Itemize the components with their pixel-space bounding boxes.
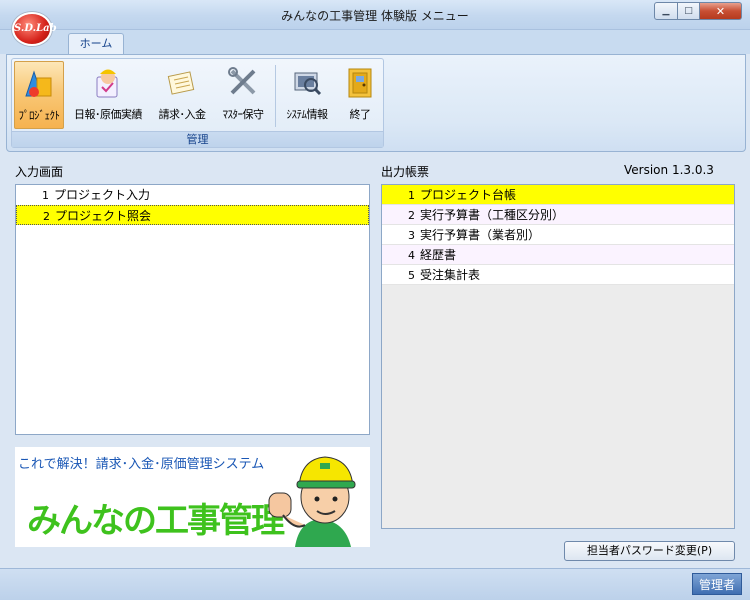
invoice-icon xyxy=(165,65,199,99)
list-item[interactable]: 5 受注集計表 xyxy=(382,265,734,285)
daily-report-button[interactable]: 日報･原価実績 xyxy=(68,61,148,129)
system-info-button-label: ｼｽﾃﾑ情報 xyxy=(286,108,329,121)
tab-home[interactable]: ホーム xyxy=(68,33,124,55)
project-button[interactable]: ﾌﾟﾛｼﾞｪｸﾄ xyxy=(14,61,64,129)
exit-button[interactable]: 終了 xyxy=(338,61,382,129)
ribbon-group-management: ﾌﾟﾛｼﾞｪｸﾄ 日報･原価実績 請求･入金 ﾏｽﾀｰ保守 ｼｽﾃﾑ情報 終了 … xyxy=(11,58,384,148)
invoice-button[interactable]: 請求･入金 xyxy=(152,61,212,129)
ribbon-tab-row: ホーム xyxy=(0,30,750,55)
current-user-badge: 管理者 xyxy=(691,573,742,595)
product-banner: これで解決！請求･入金･原価管理システム みんなの工事管理 xyxy=(15,447,370,547)
master-maintenance-button[interactable]: ﾏｽﾀｰ保守 xyxy=(214,61,272,129)
input-panel-label: 入力画面 xyxy=(15,165,64,179)
output-panel-label: 出力帳票 xyxy=(381,165,430,179)
close-button[interactable]: ✕ xyxy=(700,2,742,20)
list-item[interactable]: 4 経歴書 xyxy=(382,245,734,265)
daily-report-button-label: 日報･原価実績 xyxy=(74,108,143,121)
banner-product-name: みんなの工事管理 xyxy=(27,501,285,541)
maximize-button[interactable]: □ xyxy=(678,2,700,20)
main-content: 入力画面 1 プロジェクト入力 2 プロジェクト照会 出力帳票 Version 1.… xyxy=(6,152,746,568)
output-list[interactable]: 1 プロジェクト台帳 2 実行予算書（工種区分別） 3 実行予算書（業者別） 4 経歴書… xyxy=(381,184,735,529)
exit-button-label: 終了 xyxy=(349,108,372,121)
ribbon: ﾌﾟﾛｼﾞｪｸﾄ 日報･原価実績 請求･入金 ﾏｽﾀｰ保守 ｼｽﾃﾑ情報 終了 … xyxy=(6,54,746,152)
minimize-button[interactable]: ▁ xyxy=(654,2,678,20)
project-button-label: ﾌﾟﾛｼﾞｪｸﾄ xyxy=(18,109,61,122)
minimize-icon: ▁ xyxy=(662,6,670,16)
invoice-button-label: 請求･入金 xyxy=(158,108,207,121)
app-logo[interactable]: S.D.Lab xyxy=(12,12,57,46)
construction-worker-icon xyxy=(265,449,370,547)
ribbon-group-label: 管理 xyxy=(12,131,383,147)
ribbon-separator xyxy=(275,65,276,127)
banner-tagline: これで解決！請求･入金･原価管理システム xyxy=(18,457,265,472)
title-bar: みんなの工事管理 体験版 メニュー ▁ □ ✕ xyxy=(0,0,750,30)
close-icon: ✕ xyxy=(715,4,726,18)
list-item[interactable]: 2 実行予算書（工種区分別） xyxy=(382,205,734,225)
version-label: Version 1.3.0.3 xyxy=(624,163,714,177)
system-info-button[interactable]: ｼｽﾃﾑ情報 xyxy=(278,61,336,129)
status-bar: 管理者 xyxy=(0,568,750,600)
exit-door-icon xyxy=(343,65,377,99)
list-item[interactable]: 2 プロジェクト照会 xyxy=(16,205,369,225)
window-controls: ▁ □ ✕ xyxy=(654,2,742,20)
change-password-button[interactable]: 担当者パスワード変更(P) xyxy=(564,541,735,561)
system-info-icon xyxy=(290,65,324,99)
tools-icon xyxy=(226,65,260,99)
list-item[interactable]: 3 実行予算書（業者別） xyxy=(382,225,734,245)
master-maintenance-button-label: ﾏｽﾀｰ保守 xyxy=(222,108,265,121)
worker-report-icon xyxy=(91,65,125,99)
list-item[interactable]: 1 プロジェクト台帳 xyxy=(382,185,734,205)
maximize-icon: □ xyxy=(684,6,693,16)
project-shapes-icon xyxy=(22,66,56,100)
input-list[interactable]: 1 プロジェクト入力 2 プロジェクト照会 xyxy=(15,184,370,435)
window-title: みんなの工事管理 体験版 メニュー xyxy=(281,9,469,23)
list-item[interactable]: 1 プロジェクト入力 xyxy=(16,185,369,205)
